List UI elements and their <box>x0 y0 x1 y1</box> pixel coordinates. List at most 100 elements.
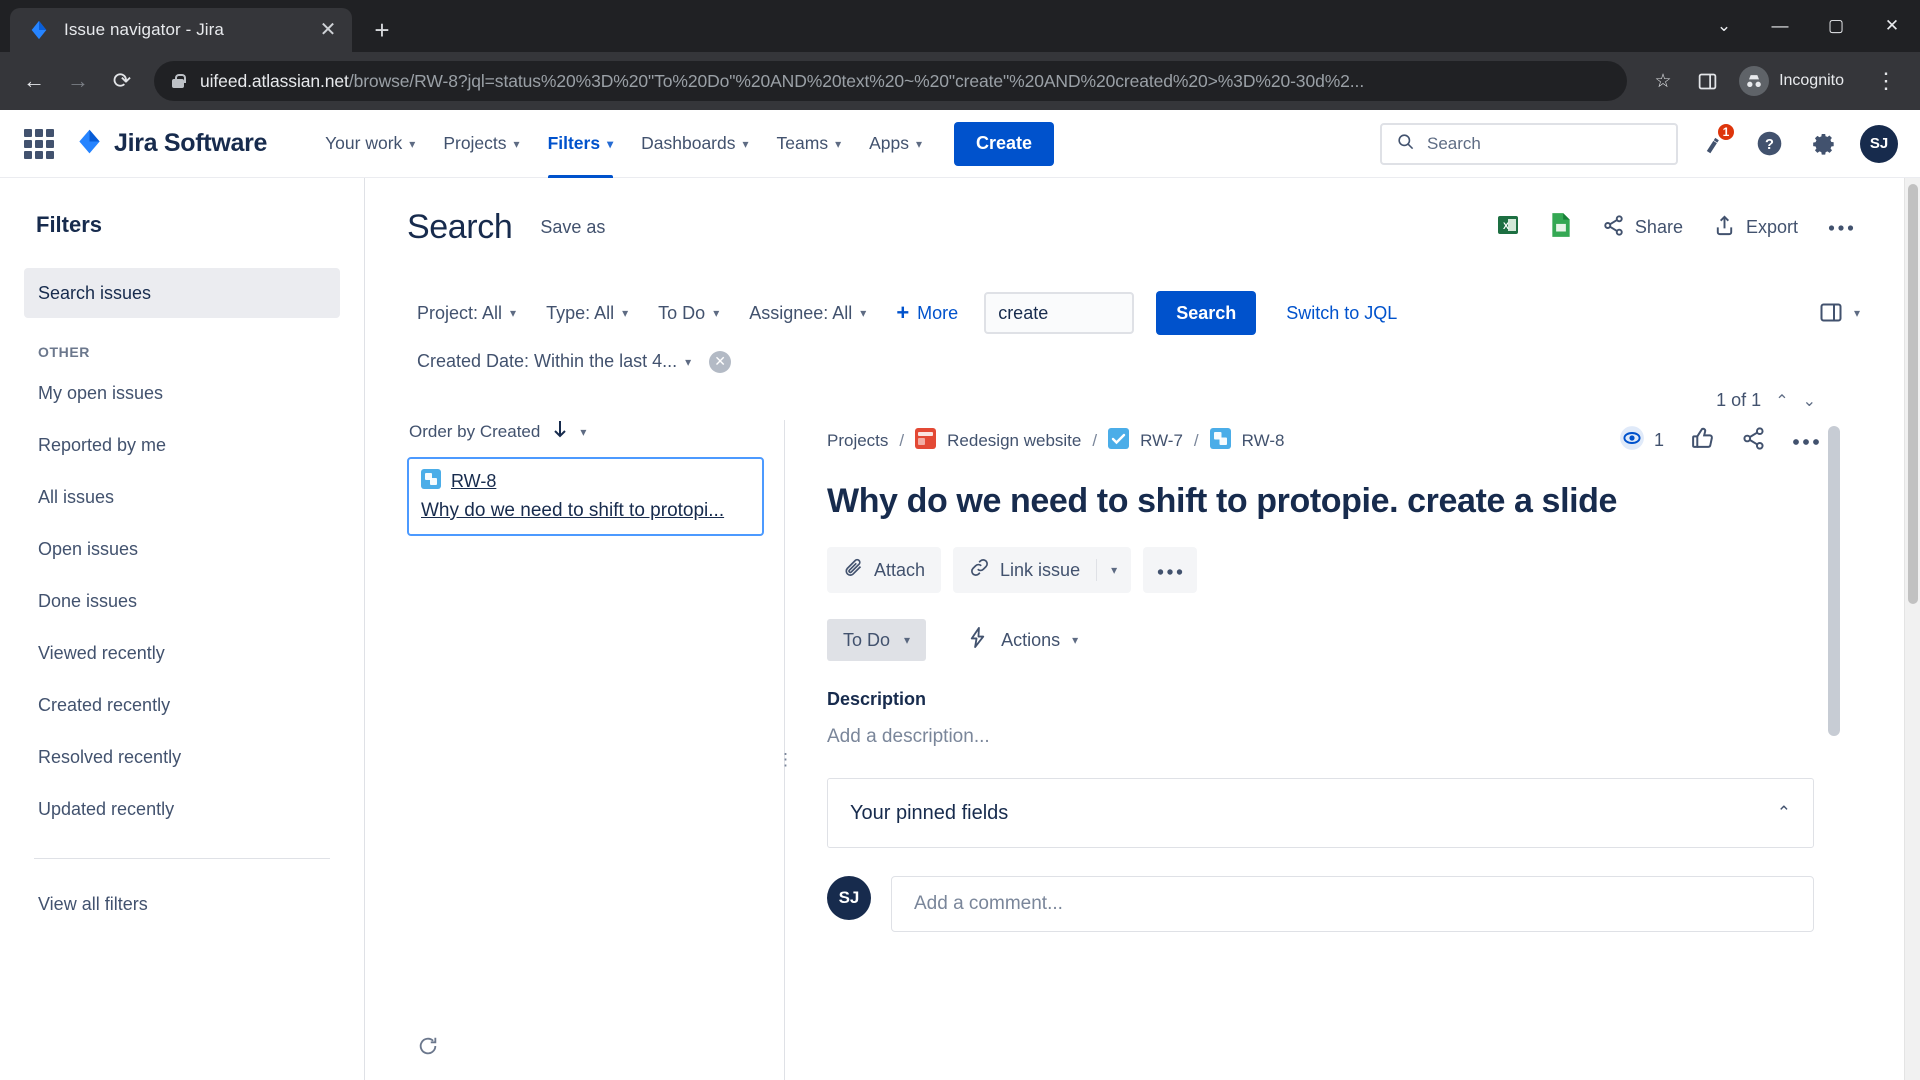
link-issue-dropdown[interactable]: ▾ <box>1097 547 1131 593</box>
filter-text-input[interactable]: create <box>984 292 1135 334</box>
filter-more-button[interactable]: + More <box>886 296 968 330</box>
results-detail-split: Order by Created ▾ RW-8 Why do we need t… <box>407 390 1894 1080</box>
ellipsis-icon[interactable] <box>1792 431 1820 451</box>
scrollbar-thumb[interactable] <box>1908 184 1918 604</box>
breadcrumb-project[interactable]: Redesign website <box>947 431 1081 451</box>
share-button[interactable]: Share <box>1602 214 1683 242</box>
kebab-menu-icon[interactable]: ⋮ <box>1866 61 1906 101</box>
jira-diamond-icon <box>76 128 103 160</box>
nav-item-dashboards[interactable]: Dashboards ▾ <box>627 110 762 178</box>
chevron-down-icon: ▾ <box>835 136 842 151</box>
thumbs-up-icon[interactable] <box>1690 426 1715 456</box>
refresh-results-button[interactable] <box>407 1017 784 1080</box>
global-search-input[interactable]: Search <box>1380 122 1678 165</box>
sidebar-item-all-issues[interactable]: All issues <box>24 472 340 522</box>
help-circle-icon[interactable]: ? <box>1748 123 1790 165</box>
plus-icon[interactable]: + <box>362 10 402 50</box>
chevron-down-icon: ▾ <box>607 136 614 151</box>
sidebar-item-resolved-recently[interactable]: Resolved recently <box>24 732 340 782</box>
nav-item-teams[interactable]: Teams ▾ <box>763 110 856 178</box>
pinned-fields-panel[interactable]: Your pinned fields ⌃ <box>827 778 1814 848</box>
filter-status[interactable]: To Do ▾ <box>648 297 729 330</box>
breadcrumb-parent-issue[interactable]: RW-7 <box>1140 431 1183 451</box>
sidebar-item-viewed-recently[interactable]: Viewed recently <box>24 628 340 678</box>
breadcrumb-projects[interactable]: Projects <box>827 431 888 451</box>
excel-export-icon[interactable]: X <box>1496 213 1520 242</box>
sidebar-item-done-issues[interactable]: Done issues <box>24 576 340 626</box>
sidebar-section-other: OTHER <box>38 344 90 360</box>
status-dropdown[interactable]: To Do ▾ <box>827 619 927 661</box>
create-button[interactable]: Create <box>954 121 1055 166</box>
minimize-icon[interactable]: — <box>1752 0 1808 52</box>
reload-icon[interactable]: ⟳ <box>102 61 142 101</box>
nav-item-apps[interactable]: Apps ▾ <box>855 110 936 178</box>
side-panel-icon[interactable] <box>1687 61 1727 101</box>
attach-button[interactable]: Attach <box>827 547 942 593</box>
app-switcher-grid-icon[interactable] <box>24 128 54 159</box>
gear-icon[interactable] <box>1804 123 1846 165</box>
sidebar-item-open-issues[interactable]: Open issues <box>24 524 340 574</box>
description-input[interactable]: Add a description... <box>827 726 1894 748</box>
google-sheets-icon[interactable] <box>1550 212 1572 243</box>
ellipsis-icon <box>1157 560 1183 581</box>
nav-item-your-work[interactable]: Your work ▾ <box>311 110 429 178</box>
filter-project[interactable]: Project: All ▾ <box>407 297 526 330</box>
sidebar-item-label: Reported by me <box>38 434 167 455</box>
sidebar-item-search-issues[interactable]: Search issues <box>24 268 340 318</box>
chevron-down-icon[interactable]: ⌄ <box>1696 0 1752 52</box>
sidebar-item-updated-recently[interactable]: Updated recently <box>24 784 340 834</box>
jira-brand[interactable]: Jira Software <box>76 128 267 160</box>
issue-summary-link[interactable]: Why do we need to shift to protopi... <box>421 500 750 522</box>
divider <box>34 858 330 859</box>
save-as-button[interactable]: Save as <box>540 217 605 238</box>
export-button[interactable]: Export <box>1713 214 1798 242</box>
issue-more-actions-button[interactable] <box>1143 547 1198 593</box>
watchers-button[interactable]: 1 <box>1619 425 1664 456</box>
maximize-icon[interactable]: ▢ <box>1808 0 1864 52</box>
switch-to-jql-link[interactable]: Switch to JQL <box>1286 303 1397 324</box>
sidebar-item-label: Resolved recently <box>38 746 182 767</box>
nav-item-projects[interactable]: Projects ▾ <box>429 110 533 178</box>
order-by-control[interactable]: Order by Created ▾ <box>407 420 784 457</box>
search-button[interactable]: Search <box>1156 291 1257 335</box>
list-item[interactable]: RW-8 Why do we need to shift to protopi.… <box>407 457 764 536</box>
back-arrow-icon[interactable]: ← <box>14 61 54 101</box>
detail-inner-scrollbar[interactable] <box>1828 426 1840 1074</box>
forward-arrow-icon[interactable]: → <box>58 61 98 101</box>
filter-assignee[interactable]: Assignee: All ▾ <box>739 297 876 330</box>
comment-input[interactable]: Add a comment... <box>891 876 1814 932</box>
breadcrumb-current-issue[interactable]: RW-8 <box>1242 431 1285 451</box>
clear-circle-icon[interactable]: ✕ <box>709 350 732 373</box>
issue-results-panel: Order by Created ▾ RW-8 Why do we need t… <box>407 420 785 1080</box>
close-icon[interactable]: ✕ <box>1864 0 1920 52</box>
url-path: /browse/RW-8?jql=status%20%3D%20"To%20Do… <box>348 70 1365 91</box>
panel-resize-handle[interactable]: ⋮ <box>777 750 794 770</box>
page-scrollbar[interactable] <box>1904 178 1920 1080</box>
filter-created-date[interactable]: Created Date: Within the last 4... ▾ <box>407 345 701 378</box>
share-icon[interactable] <box>1741 426 1766 456</box>
notification-bell-icon[interactable]: 1 <box>1692 121 1736 165</box>
layout-toggle-icon[interactable]: ▾ <box>1820 302 1894 324</box>
close-icon[interactable]: ✕ <box>314 16 342 44</box>
incognito-indicator[interactable]: Incognito <box>1733 61 1860 101</box>
sidebar-item-reported-by-me[interactable]: Reported by me <box>24 420 340 470</box>
bookmark-star-icon[interactable]: ☆ <box>1643 61 1683 101</box>
sidebar-item-view-all-filters[interactable]: View all filters <box>24 879 340 929</box>
chevron-down-icon[interactable]: ▾ <box>580 425 586 439</box>
actions-dropdown[interactable]: Actions ▾ <box>966 626 1078 654</box>
avatar[interactable]: SJ <box>1860 124 1898 163</box>
filter-type[interactable]: Type: All ▾ <box>536 297 638 330</box>
nav-item-filters[interactable]: Filters ▾ <box>534 110 628 178</box>
sidebar-item-my-open-issues[interactable]: My open issues <box>24 368 340 418</box>
issue-key-link[interactable]: RW-8 <box>451 471 496 492</box>
link-issue-button[interactable]: Link issue <box>953 547 1096 593</box>
ellipsis-icon[interactable] <box>1828 224 1854 232</box>
arrow-down-icon[interactable] <box>552 420 568 443</box>
sidebar-item-created-recently[interactable]: Created recently <box>24 680 340 730</box>
chevron-down-icon[interactable]: ⌄ <box>1803 391 1816 411</box>
address-bar[interactable]: uifeed.atlassian.net/browse/RW-8?jql=sta… <box>154 61 1628 101</box>
chevron-up-icon[interactable]: ⌃ <box>1775 391 1788 411</box>
browser-tab[interactable]: Issue navigator - Jira ✕ <box>10 8 352 52</box>
chevron-up-icon[interactable]: ⌃ <box>1777 803 1791 823</box>
scrollbar-thumb[interactable] <box>1828 426 1840 736</box>
